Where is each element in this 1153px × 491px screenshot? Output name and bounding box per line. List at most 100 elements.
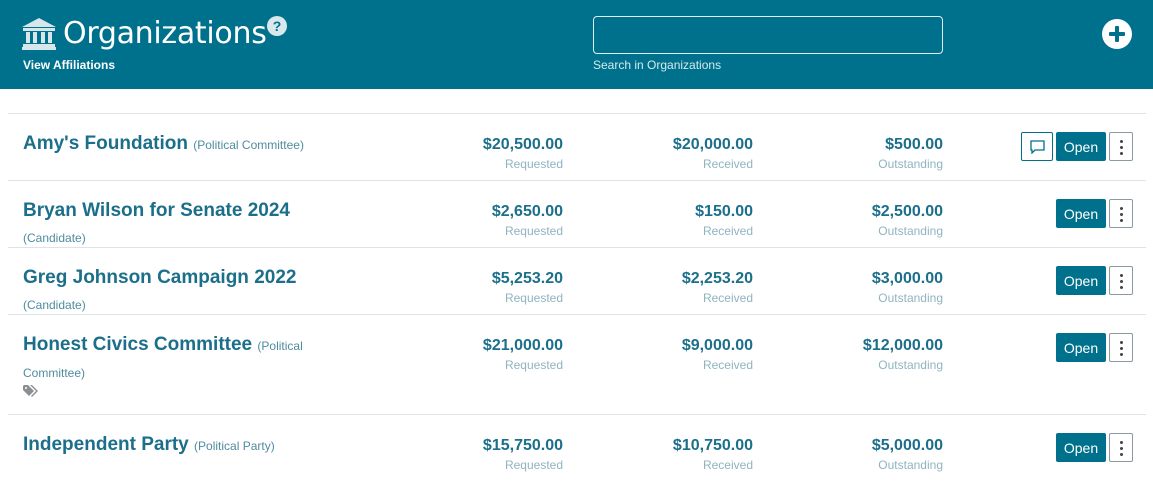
page-title: Organizations	[63, 16, 267, 51]
outstanding-label: Outstanding	[878, 291, 943, 305]
received-value: $10,750.00	[672, 437, 753, 454]
outstanding-amount: $12,000.00 Outstanding	[783, 336, 943, 373]
open-button[interactable]: Open	[1056, 199, 1106, 228]
institution-icon	[22, 18, 56, 50]
requested-label: Requested	[504, 224, 563, 238]
organization-type: (Political Party)	[194, 439, 275, 453]
organization-name-link[interactable]: Greg Johnson Campaign 2022	[23, 267, 296, 288]
organization-list: Amy's Foundation (Political Committee) $…	[8, 113, 1146, 481]
kebab-dot	[1120, 152, 1123, 155]
received-label: Received	[702, 291, 753, 305]
open-button[interactable]: Open	[1056, 132, 1106, 161]
page-header: Organizations ? View Affiliations Search…	[0, 0, 1153, 89]
kebab-dot	[1120, 140, 1123, 143]
requested-value: $20,500.00	[482, 136, 563, 153]
outstanding-value: $2,500.00	[871, 203, 943, 220]
organization-title: Bryan Wilson for Senate 2024 (Candidate)	[23, 198, 343, 251]
add-organization-button[interactable]	[1102, 19, 1132, 49]
tags-icon[interactable]	[23, 385, 39, 397]
organization-row: Greg Johnson Campaign 2022 (Candidate) $…	[8, 247, 1146, 314]
received-amount: $150.00 Received	[593, 202, 753, 239]
requested-label: Requested	[504, 291, 563, 305]
requested-amount: $21,000.00 Requested	[403, 336, 563, 373]
organization-row: Independent Party (Political Party) $15,…	[8, 414, 1146, 481]
received-value: $2,253.20	[681, 270, 753, 287]
outstanding-label: Outstanding	[878, 458, 943, 472]
received-label: Received	[702, 358, 753, 372]
view-affiliations-link[interactable]: View Affiliations	[23, 58, 115, 72]
requested-label: Requested	[504, 458, 563, 472]
organization-name-link[interactable]: Independent Party	[23, 434, 189, 455]
received-label: Received	[702, 224, 753, 238]
more-options-button[interactable]	[1109, 266, 1133, 295]
open-button[interactable]: Open	[1056, 433, 1106, 462]
outstanding-value: $500.00	[885, 136, 943, 153]
search-input[interactable]	[593, 16, 943, 54]
outstanding-amount: $500.00 Outstanding	[783, 135, 943, 172]
received-value: $20,000.00	[672, 136, 753, 153]
note-button[interactable]	[1021, 132, 1053, 161]
organization-title: Independent Party (Political Party)	[23, 432, 343, 459]
more-options-button[interactable]	[1109, 433, 1133, 462]
organization-title: Honest Civics Committee (Political Commi…	[23, 332, 343, 386]
outstanding-value: $3,000.00	[871, 270, 943, 287]
received-value: $9,000.00	[681, 337, 753, 354]
received-label: Received	[702, 157, 753, 171]
requested-value: $15,750.00	[482, 437, 563, 454]
received-value: $150.00	[695, 203, 753, 220]
outstanding-label: Outstanding	[878, 224, 943, 238]
kebab-dot	[1120, 453, 1123, 456]
received-amount: $2,253.20 Received	[593, 269, 753, 306]
kebab-dot	[1120, 286, 1123, 289]
open-button[interactable]: Open	[1056, 266, 1106, 295]
outstanding-amount: $5,000.00 Outstanding	[783, 436, 943, 473]
open-button[interactable]: Open	[1056, 333, 1106, 362]
received-amount: $10,750.00 Received	[593, 436, 753, 473]
organization-name-link[interactable]: Amy's Foundation	[23, 133, 188, 154]
organization-title: Amy's Foundation (Political Committee)	[23, 131, 343, 158]
kebab-dot	[1120, 219, 1123, 222]
kebab-dot	[1120, 341, 1123, 344]
more-options-button[interactable]	[1109, 199, 1133, 228]
organization-name-link[interactable]: Bryan Wilson for Senate 2024	[23, 200, 290, 221]
search-label: Search in Organizations	[593, 58, 722, 72]
requested-value: $21,000.00	[482, 337, 563, 354]
kebab-dot	[1120, 280, 1123, 283]
kebab-dot	[1120, 441, 1123, 444]
organization-row: Honest Civics Committee (Political Commi…	[8, 314, 1146, 414]
organization-row: Amy's Foundation (Political Committee) $…	[8, 113, 1146, 180]
comment-icon	[1030, 140, 1045, 154]
outstanding-value: $5,000.00	[871, 437, 943, 454]
outstanding-value: $12,000.00	[862, 337, 943, 354]
requested-value: $5,253.20	[491, 270, 563, 287]
received-amount: $20,000.00 Received	[593, 135, 753, 172]
more-options-button[interactable]	[1109, 333, 1133, 362]
requested-amount: $2,650.00 Requested	[403, 202, 563, 239]
organization-row: Bryan Wilson for Senate 2024 (Candidate)…	[8, 180, 1146, 247]
requested-amount: $15,750.00 Requested	[403, 436, 563, 473]
received-label: Received	[702, 458, 753, 472]
organization-name-link[interactable]: Honest Civics Committee	[23, 334, 252, 355]
kebab-dot	[1120, 447, 1123, 450]
requested-value: $2,650.00	[491, 203, 563, 220]
requested-amount: $20,500.00 Requested	[403, 135, 563, 172]
outstanding-amount: $2,500.00 Outstanding	[783, 202, 943, 239]
kebab-dot	[1120, 353, 1123, 356]
outstanding-label: Outstanding	[878, 157, 943, 171]
kebab-dot	[1120, 207, 1123, 210]
organization-type: (Candidate)	[23, 298, 86, 312]
kebab-dot	[1120, 347, 1123, 350]
requested-label: Requested	[504, 358, 563, 372]
kebab-dot	[1120, 213, 1123, 216]
requested-label: Requested	[504, 157, 563, 171]
organization-type: (Political Committee)	[193, 138, 304, 152]
kebab-dot	[1120, 146, 1123, 149]
organization-title: Greg Johnson Campaign 2022 (Candidate)	[23, 265, 343, 318]
help-icon[interactable]: ?	[267, 16, 287, 36]
outstanding-amount: $3,000.00 Outstanding	[783, 269, 943, 306]
more-options-button[interactable]	[1109, 132, 1133, 161]
requested-amount: $5,253.20 Requested	[403, 269, 563, 306]
organization-type: (Candidate)	[23, 231, 86, 245]
received-amount: $9,000.00 Received	[593, 336, 753, 373]
outstanding-label: Outstanding	[878, 358, 943, 372]
